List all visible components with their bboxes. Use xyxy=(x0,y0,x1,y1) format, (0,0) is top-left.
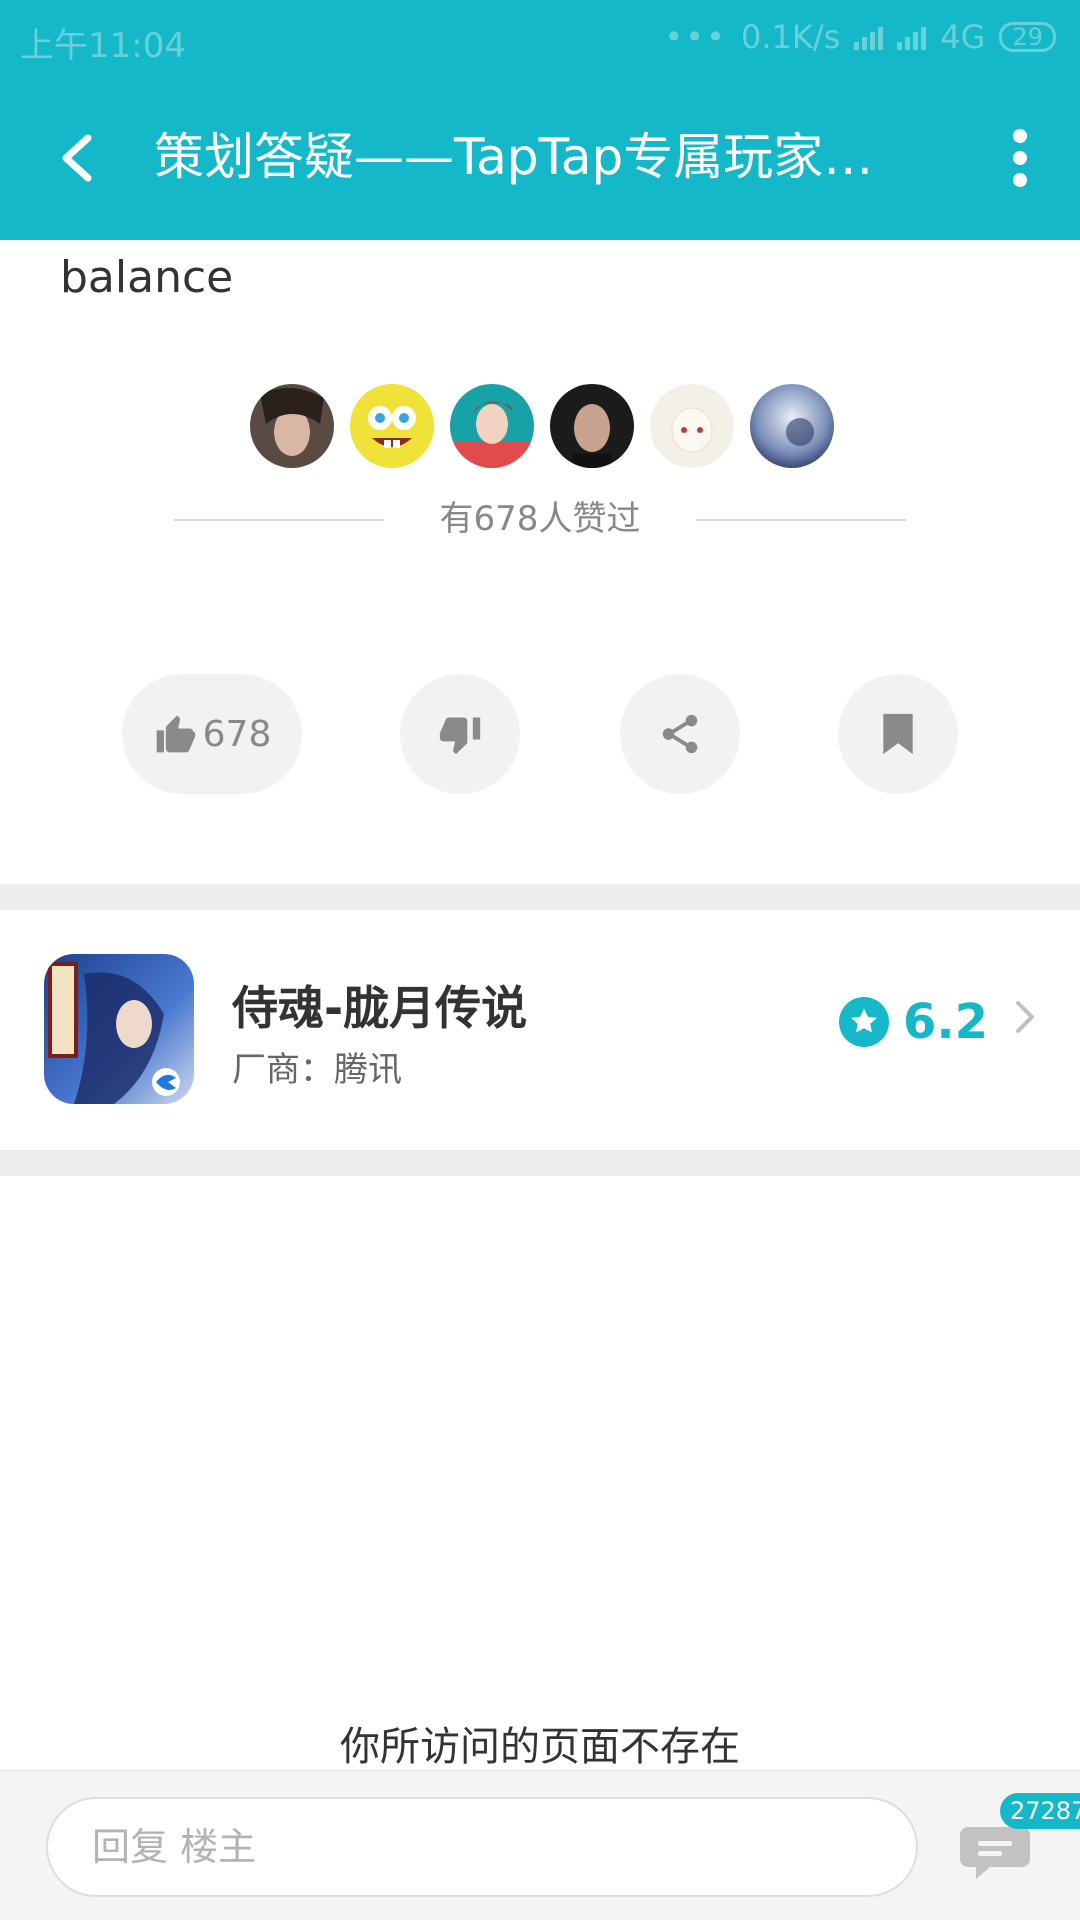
bottom-reply-bar: 回复 楼主 27287 xyxy=(0,1770,1080,1920)
avatar[interactable] xyxy=(450,384,534,468)
game-rating: 6.2 xyxy=(838,994,1040,1050)
share-icon xyxy=(662,714,698,754)
post-actions: 678 xyxy=(0,674,1080,794)
thumbs-up-icon xyxy=(156,715,195,753)
status-dots: ••• xyxy=(664,18,727,56)
section-divider xyxy=(0,884,1080,910)
chevron-right-icon xyxy=(1010,995,1040,1050)
divider-line xyxy=(696,519,906,521)
game-score: 6.2 xyxy=(902,994,988,1050)
network-type: 4G xyxy=(940,18,986,56)
star-icon xyxy=(838,997,889,1047)
dislike-button[interactable] xyxy=(400,674,520,794)
app-bar: 策划答疑——TapTap专属玩家… xyxy=(0,76,1080,240)
comment-icon xyxy=(960,1827,1030,1879)
bookmark-button[interactable] xyxy=(838,674,958,794)
comment-count-badge: 27287 xyxy=(1000,1793,1080,1829)
game-name: 侍魂-胧月传说 xyxy=(232,981,528,1035)
section-divider xyxy=(0,1150,1080,1176)
net-speed: 0.1K/s xyxy=(740,18,841,56)
thumbs-down-icon xyxy=(439,717,481,755)
bookmark-icon xyxy=(883,713,913,755)
like-count: 678 xyxy=(202,713,272,755)
game-vendor: 厂商：腾讯 xyxy=(232,1050,402,1090)
likers-summary[interactable]: 有678人赞过 xyxy=(174,494,906,544)
signal-icon-2 xyxy=(897,24,927,50)
post-body: balance xyxy=(60,252,234,303)
game-icon[interactable] xyxy=(44,954,194,1104)
share-button[interactable] xyxy=(620,674,740,794)
like-button[interactable]: 678 xyxy=(122,674,302,794)
more-vertical-icon[interactable] xyxy=(980,118,1060,198)
avatar[interactable] xyxy=(350,384,434,468)
avatar[interactable] xyxy=(750,384,834,468)
battery-icon: 29 xyxy=(999,22,1056,52)
avatar[interactable] xyxy=(650,384,734,468)
comments-button[interactable] xyxy=(960,1821,1040,1891)
signal-icon xyxy=(854,24,884,50)
back-arrow-icon[interactable] xyxy=(38,118,118,198)
page-not-found-message: 你所访问的页面不存在 xyxy=(340,1724,740,1770)
status-time: 上午11:04 xyxy=(20,26,186,66)
reply-input[interactable]: 回复 楼主 xyxy=(46,1797,918,1897)
avatar[interactable] xyxy=(550,384,634,468)
liker-avatars xyxy=(250,384,834,468)
status-right: ••• 0.1K/s 4G 29 xyxy=(664,18,1056,56)
avatar[interactable] xyxy=(250,384,334,468)
game-card[interactable]: 侍魂-胧月传说 厂商：腾讯 6.2 xyxy=(0,910,1080,1150)
status-bar: 上午11:04 ••• 0.1K/s 4G 29 xyxy=(0,0,1080,76)
page-title: 策划答疑——TapTap专属玩家… xyxy=(154,128,874,186)
